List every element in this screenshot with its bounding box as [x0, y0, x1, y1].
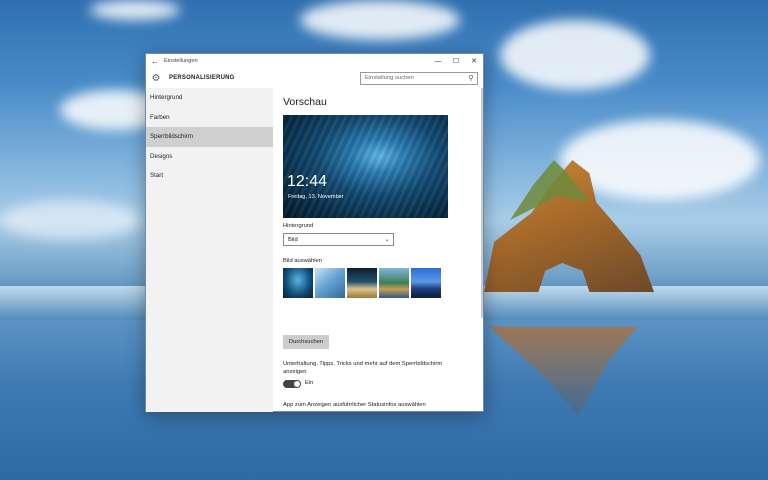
image-thumbnail[interactable]: [411, 268, 441, 298]
content-area: Hintergrund Farben Sperrbildschirm Desig…: [146, 88, 483, 412]
browse-button[interactable]: Durchsuchen: [283, 335, 329, 349]
tips-toggle[interactable]: [283, 380, 301, 388]
image-thumbnail[interactable]: [315, 268, 345, 298]
title-bar: ← Einstellungen — ☐ ✕: [146, 54, 483, 68]
minimize-button[interactable]: —: [429, 54, 447, 68]
cloud: [90, 0, 180, 20]
chevron-down-icon: ⌄: [384, 237, 390, 243]
search-input[interactable]: Einstellung suchen ⚲: [360, 71, 478, 85]
background-label: Hintergrund: [283, 223, 314, 229]
background-dropdown-value: Bild: [288, 236, 298, 243]
gear-icon: ⚙: [151, 72, 161, 84]
section-title: PERSONALISIERUNG: [169, 75, 235, 81]
sidebar: Hintergrund Farben Sperrbildschirm Desig…: [146, 88, 273, 412]
settings-header: ⚙ PERSONALISIERUNG Einstellung suchen ⚲: [146, 68, 483, 88]
tips-text: Unterhaltung, Tipps, Tricks und mehr auf…: [283, 361, 443, 375]
arrow-left-icon[interactable]: ←: [146, 54, 164, 68]
image-thumbnails: [283, 268, 441, 298]
app-status-label: App zum Anzeigen ausführlicher Statusinf…: [283, 402, 426, 408]
image-thumbnail[interactable]: [347, 268, 377, 298]
choose-image-label: Bild auswählen: [283, 258, 322, 264]
sidebar-item-designs[interactable]: Designs: [146, 147, 273, 167]
sidebar-item-farben[interactable]: Farben: [146, 108, 273, 128]
cloud: [300, 0, 460, 40]
lockscreen-preview: 12:44 Freitag, 13. November: [283, 115, 448, 218]
main-pane: Vorschau 12:44 Freitag, 13. November Hin…: [273, 88, 483, 412]
scrollbar[interactable]: [479, 88, 483, 412]
image-thumbnail[interactable]: [283, 268, 313, 298]
search-placeholder: Einstellung suchen: [365, 75, 414, 81]
scroll-thumb[interactable]: [481, 88, 483, 318]
sidebar-item-sperrbildschirm[interactable]: Sperrbildschirm: [146, 127, 273, 147]
sidebar-item-hintergrund[interactable]: Hintergrund: [146, 88, 273, 108]
sidebar-item-start[interactable]: Start: [146, 166, 273, 186]
settings-window: ← Einstellungen — ☐ ✕ ⚙ PERSONALISIERUNG…: [145, 53, 484, 412]
toggle-state-label: Ein: [305, 380, 314, 386]
close-button[interactable]: ✕: [465, 54, 483, 68]
preview-date: Freitag, 13. November: [288, 194, 344, 200]
search-icon[interactable]: ⚲: [465, 74, 477, 82]
page-title: Vorschau: [283, 96, 327, 108]
cloud: [0, 200, 140, 240]
preview-time: 12:44: [287, 173, 328, 190]
background-dropdown[interactable]: Bild ⌄: [283, 233, 394, 246]
window-title: Einstellungen: [164, 58, 198, 64]
toggle-knob: [294, 381, 300, 387]
cloud: [500, 20, 650, 90]
image-thumbnail[interactable]: [379, 268, 409, 298]
maximize-button[interactable]: ☐: [447, 54, 465, 68]
